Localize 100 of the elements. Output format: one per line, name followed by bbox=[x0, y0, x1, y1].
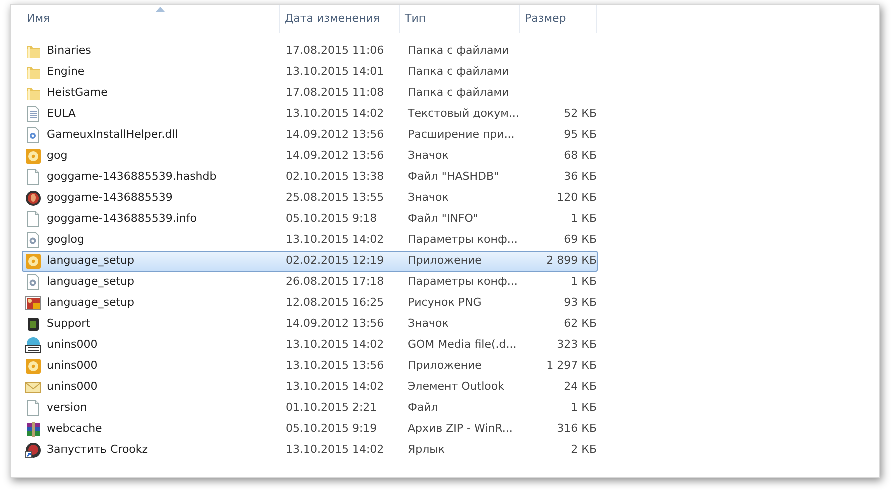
modified-date: 17.08.2015 11:06 bbox=[286, 44, 384, 58]
file-row[interactable]: Engine 13.10.2015 14:01 Папка с файлами bbox=[22, 62, 598, 83]
modified-date: 14.09.2012 13:56 bbox=[286, 128, 384, 142]
file-row[interactable]: language_setup 02.02.2015 12:19 Приложение 2 899 КБ bbox=[22, 251, 598, 272]
modified-date: 02.02.2015 12:19 bbox=[286, 254, 384, 268]
file-row[interactable]: goggame-1436885539 25.08.2015 13:55 Значок 120 КБ bbox=[22, 188, 598, 209]
file-name[interactable]: goglog bbox=[47, 232, 84, 249]
file-row[interactable]: gog 14.09.2012 13:56 Значок 68 КБ bbox=[22, 146, 598, 167]
modified-date: 26.08.2015 17:18 bbox=[286, 275, 384, 288]
file-name[interactable]: language_setup bbox=[47, 253, 134, 270]
file-name[interactable]: Запустить Crookz bbox=[47, 442, 148, 459]
file-type: Файл "INFO" bbox=[408, 212, 478, 226]
dark-box-icon bbox=[25, 316, 42, 333]
file-size: 1 КБ bbox=[571, 212, 597, 226]
file-size: 62 КБ bbox=[564, 317, 597, 330]
file-size: 323 КБ bbox=[557, 338, 597, 352]
file-name[interactable]: language_setup bbox=[47, 274, 134, 291]
file-row[interactable]: goglog 13.10.2015 14:02 Параметры конф... 69 КБ bbox=[22, 230, 598, 251]
text-file-icon bbox=[25, 106, 42, 123]
modified-date: 13.10.2015 14:02 bbox=[286, 338, 384, 352]
round-badge-icon bbox=[25, 190, 42, 207]
file-size: 24 КБ bbox=[564, 380, 597, 394]
file-row[interactable]: EULA 13.10.2015 14:02 Текстовый докум... 52 КБ bbox=[22, 104, 598, 125]
file-type: Текстовый докум... bbox=[408, 107, 520, 120]
modified-date: 13.10.2015 14:01 bbox=[286, 65, 384, 78]
gear-file-icon bbox=[25, 232, 42, 249]
file-name[interactable]: unins000 bbox=[47, 379, 98, 396]
file-type: Рисунок PNG bbox=[408, 296, 482, 310]
file-type: Параметры конф... bbox=[408, 275, 518, 288]
file-size: 69 КБ bbox=[564, 233, 597, 246]
modified-date: 13.10.2015 14:02 bbox=[286, 380, 384, 394]
file-size: 95 КБ bbox=[564, 128, 597, 142]
modified-date: 25.08.2015 13:55 bbox=[286, 191, 384, 204]
file-name[interactable]: goggame-1436885539.hashdb bbox=[47, 169, 217, 186]
column-header[interactable]: Размер bbox=[525, 12, 566, 25]
modified-date: 13.10.2015 14:02 bbox=[286, 443, 384, 456]
column-header[interactable]: Имя bbox=[27, 12, 50, 25]
file-row[interactable]: version 01.10.2015 2:21 Файл 1 КБ bbox=[22, 398, 598, 419]
file-type: Параметры конф... bbox=[408, 233, 518, 246]
file-row[interactable]: language_setup 26.08.2015 17:18 Параметры конф... 1 КБ bbox=[22, 272, 598, 293]
folder-icon bbox=[25, 43, 42, 60]
media-file-icon bbox=[25, 337, 42, 354]
file-row[interactable]: unins000 13.10.2015 13:56 Приложение 1 297 КБ bbox=[22, 356, 598, 377]
modified-date: 05.10.2015 9:19 bbox=[286, 422, 378, 436]
file-size: 1 КБ bbox=[571, 401, 597, 414]
file-name[interactable]: version bbox=[47, 400, 88, 417]
file-type: Папка с файлами bbox=[408, 65, 510, 78]
file-type: Значок bbox=[408, 317, 449, 330]
file-row[interactable]: goggame-1436885539.info 05.10.2015 9:18 Файл "INFO" 1 КБ bbox=[22, 209, 598, 230]
file-name[interactable]: language_setup bbox=[47, 295, 134, 312]
file-type: Файл "HASHDB" bbox=[408, 170, 500, 184]
file-icon bbox=[25, 400, 42, 417]
file-name[interactable]: unins000 bbox=[47, 358, 98, 375]
file-row[interactable]: Запустить Crookz 13.10.2015 14:02 Ярлык 2 КБ bbox=[22, 440, 598, 461]
file-type: Приложение bbox=[408, 359, 482, 372]
file-name[interactable]: Engine bbox=[47, 64, 85, 81]
modified-date: 02.10.2015 13:38 bbox=[286, 170, 384, 184]
file-size: 52 КБ bbox=[564, 107, 597, 120]
file-row[interactable]: language_setup 12.08.2015 16:25 Рисунок PNG 93 КБ bbox=[22, 293, 598, 314]
file-size: 1 297 КБ bbox=[546, 359, 597, 372]
file-name[interactable]: Binaries bbox=[47, 43, 92, 60]
file-icon bbox=[25, 169, 42, 186]
file-size: 120 КБ bbox=[557, 191, 597, 204]
shortcut-icon bbox=[25, 442, 42, 459]
file-row[interactable]: HeistGame 17.08.2015 11:08 Папка с файлами bbox=[22, 83, 598, 104]
file-name[interactable]: GameuxInstallHelper.dll bbox=[47, 127, 178, 144]
file-name[interactable]: unins000 bbox=[47, 337, 98, 354]
modified-date: 14.09.2012 13:56 bbox=[286, 317, 384, 330]
file-row[interactable]: GameuxInstallHelper.dll 14.09.2012 13:56 Расширение при... 95 КБ bbox=[22, 125, 598, 146]
file-name[interactable]: webcache bbox=[47, 421, 102, 438]
modified-date: 01.10.2015 2:21 bbox=[286, 401, 378, 414]
file-row[interactable]: webcache 05.10.2015 9:19 Архив ZIP - WinR... 316 КБ bbox=[22, 419, 598, 440]
file-row[interactable]: Binaries 17.08.2015 11:06 Папка с файлами bbox=[22, 41, 598, 62]
gear-file-icon bbox=[25, 274, 42, 291]
image-file-icon bbox=[25, 295, 42, 312]
column-header[interactable]: Тип bbox=[405, 12, 426, 25]
file-row[interactable]: unins000 13.10.2015 14:02 GOM Media file(.d... 323 КБ bbox=[22, 335, 598, 356]
file-row[interactable]: goggame-1436885539.hashdb 02.10.2015 13:38 Файл "HASHDB" 36 КБ bbox=[22, 167, 598, 188]
file-name[interactable]: goggame-1436885539 bbox=[47, 190, 173, 207]
file-size: 2 КБ bbox=[571, 443, 597, 456]
file-type: Архив ZIP - WinR... bbox=[408, 422, 513, 436]
file-name[interactable]: Support bbox=[47, 316, 90, 333]
modified-date: 14.09.2012 13:56 bbox=[286, 149, 384, 162]
file-row[interactable]: unins000 13.10.2015 14:02 Элемент Outlook 24 КБ bbox=[22, 377, 598, 398]
file-name[interactable]: EULA bbox=[47, 106, 76, 123]
archive-icon bbox=[25, 421, 42, 438]
file-name[interactable]: HeistGame bbox=[47, 85, 108, 102]
file-type: Папка с файлами bbox=[408, 44, 510, 58]
file-row[interactable]: Support 14.09.2012 13:56 Значок 62 КБ bbox=[22, 314, 598, 335]
column-header[interactable]: Дата изменения bbox=[285, 12, 380, 25]
file-type: Элемент Outlook bbox=[408, 380, 504, 394]
file-name[interactable]: goggame-1436885539.info bbox=[47, 211, 197, 228]
modified-date: 12.08.2015 16:25 bbox=[286, 296, 384, 310]
modified-date: 05.10.2015 9:18 bbox=[286, 212, 378, 226]
file-size: 93 КБ bbox=[564, 296, 597, 310]
file-name[interactable]: gog bbox=[47, 148, 68, 165]
file-size: 2 899 КБ bbox=[546, 254, 597, 268]
folder-icon bbox=[25, 85, 42, 102]
file-type: Папка с файлами bbox=[408, 86, 510, 100]
file-type: Приложение bbox=[408, 254, 482, 268]
